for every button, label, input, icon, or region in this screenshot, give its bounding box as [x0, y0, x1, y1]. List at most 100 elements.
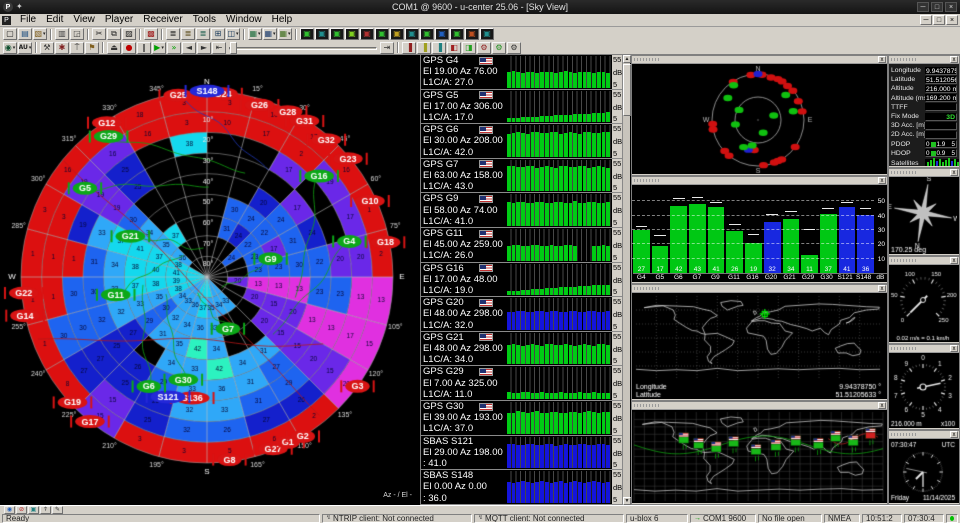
- dock-view-10-button[interactable]: ▣: [435, 28, 449, 40]
- close-icon[interactable]: x: [950, 345, 958, 352]
- color-palette-button[interactable]: ▩: [144, 28, 158, 40]
- list-scrollbar[interactable]: ▲▼: [622, 55, 630, 505]
- clock-panel-header[interactable]: x: [889, 431, 959, 439]
- close-icon[interactable]: x: [878, 402, 886, 409]
- scroll-down-icon[interactable]: ▼: [623, 497, 631, 505]
- dock-view-13-button[interactable]: ▣: [480, 28, 494, 40]
- satellite-row-G30[interactable]: GPS G30El 39.00 Az 193.00L1C/A: 37.055dB…: [421, 401, 630, 436]
- dropdown-arrow-icon[interactable]: ▾: [43, 29, 46, 39]
- binary-console-button[interactable]: ≣: [181, 28, 195, 40]
- antenna-button[interactable]: ⍑: [70, 42, 84, 54]
- data-panel-header[interactable]: x: [889, 56, 959, 64]
- dock-view-7-button[interactable]: ▣: [390, 28, 404, 40]
- menu-tools[interactable]: Tools: [188, 14, 221, 26]
- table-view-button[interactable]: ▦▾: [263, 28, 277, 40]
- satellite-row-S121[interactable]: SBAS S121El 29.00 Az 198.00: 41.055dB5: [421, 436, 630, 471]
- satellite-row-G9[interactable]: GPS G9El 58.00 Az 74.00L1C/A: 41.055dB5: [421, 193, 630, 228]
- signal-panel-header[interactable]: x: [632, 177, 887, 185]
- edit-tool-button[interactable]: ✎: [52, 506, 63, 514]
- print-button[interactable]: ▥: [55, 28, 69, 40]
- statistic-view-button[interactable]: ▦▾: [248, 28, 262, 40]
- scroll-thumb[interactable]: [623, 64, 631, 116]
- save-file-button[interactable]: ▤: [18, 28, 32, 40]
- dock-view-2-button[interactable]: ▣: [315, 28, 329, 40]
- orbit-panel-header[interactable]: x: [632, 56, 887, 64]
- menu-file[interactable]: File: [15, 14, 41, 26]
- close-icon[interactable]: x: [878, 177, 886, 184]
- close-icon[interactable]: x: [950, 169, 958, 176]
- epoch-history-1-button[interactable]: ▐: [402, 42, 416, 54]
- connect-receiver-button[interactable]: ◉▾: [3, 42, 17, 54]
- speed-panel-header[interactable]: x: [889, 257, 959, 265]
- satellite-row-G16[interactable]: GPS G16El 17.00 Az 48.00L1C/A: 19.055dB5: [421, 263, 630, 298]
- new-file-button[interactable]: ▢: [3, 28, 17, 40]
- dropdown-arrow-icon[interactable]: ▾: [258, 29, 261, 39]
- menu-receiver[interactable]: Receiver: [138, 14, 187, 26]
- open-file-button[interactable]: ▧▾: [33, 28, 47, 40]
- packet-console-button[interactable]: ≣: [166, 28, 180, 40]
- dock-view-8-button[interactable]: ▣: [405, 28, 419, 40]
- print-preview-button[interactable]: ◲: [70, 28, 84, 40]
- menu-view[interactable]: View: [68, 14, 100, 26]
- dock-view-4-button[interactable]: ▣: [345, 28, 359, 40]
- pin-icon[interactable]: ✦: [16, 2, 23, 12]
- scroll-up-icon[interactable]: ▲: [623, 55, 631, 63]
- record-button[interactable]: ●: [122, 42, 136, 54]
- copy-button[interactable]: ⧉: [107, 28, 121, 40]
- satellite-row-G21[interactable]: GPS G21El 48.00 Az 298.00L1C/A: 34.055dB…: [421, 332, 630, 367]
- sky-view[interactable]: Az - / El -: [0, 55, 420, 505]
- drag-grip-icon[interactable]: [891, 259, 917, 262]
- marker-tool-button[interactable]: ⍒: [40, 506, 51, 514]
- playback-slider[interactable]: [229, 42, 377, 54]
- menu-window[interactable]: Window: [221, 14, 267, 26]
- world-view-button[interactable]: ◉: [4, 506, 15, 514]
- step-back-button[interactable]: ◄: [182, 42, 196, 54]
- dock-view-11-button[interactable]: ▣: [450, 28, 464, 40]
- drag-grip-icon[interactable]: [891, 347, 917, 350]
- drag-grip-icon[interactable]: [634, 179, 660, 182]
- dropdown-arrow-icon[interactable]: ▾: [236, 29, 239, 39]
- menu-help[interactable]: Help: [267, 14, 298, 26]
- epoch-history-3-button[interactable]: ▐: [432, 42, 446, 54]
- epoch-history-2-button[interactable]: ▐: [417, 42, 431, 54]
- mdi-minimize-button[interactable]: ─: [920, 15, 932, 25]
- satellite-row-S148[interactable]: SBAS S148El 0.00 Az 0.00: 36.055dB5: [421, 470, 630, 505]
- map-panel-header[interactable]: x: [632, 285, 887, 293]
- dropdown-arrow-icon[interactable]: ▾: [29, 43, 32, 53]
- configuration-view-button[interactable]: ◫▾: [226, 28, 240, 40]
- slider-thumb[interactable]: [230, 42, 237, 54]
- close-icon[interactable]: x: [950, 257, 958, 264]
- skip-start-button[interactable]: ⇤: [212, 42, 226, 54]
- close-button[interactable]: ×: [945, 2, 957, 12]
- dock-view-12-button[interactable]: ▣: [465, 28, 479, 40]
- baudrate-button[interactable]: AU▾: [18, 42, 32, 54]
- satellite-row-G20[interactable]: GPS G20El 48.00 Az 298.00L1C/A: 32.055dB…: [421, 297, 630, 332]
- altitude-panel-header[interactable]: x: [889, 345, 959, 353]
- dock-view-1-button[interactable]: ▣: [300, 28, 314, 40]
- fast-forward-button[interactable]: »: [167, 42, 181, 54]
- dock-view-5-button[interactable]: ▣: [360, 28, 374, 40]
- dock-view-6-button[interactable]: ▣: [375, 28, 389, 40]
- mdi-close-button[interactable]: ×: [946, 15, 958, 25]
- jump-to-end-button[interactable]: ⇥: [380, 42, 394, 54]
- satellite-row-G4[interactable]: GPS G4El 19.00 Az 76.00L1C/A: 27.055dB5: [421, 55, 630, 90]
- dock-view-3-button[interactable]: ▣: [330, 28, 344, 40]
- satellite-row-G6[interactable]: GPS G6El 30.00 Az 208.00L1C/A: 42.055dB5: [421, 124, 630, 159]
- gear-play-button[interactable]: ⚙: [492, 42, 506, 54]
- close-icon[interactable]: x: [950, 56, 958, 63]
- hotkeys-button[interactable]: ✱: [55, 42, 69, 54]
- dropdown-arrow-icon[interactable]: ▾: [161, 43, 164, 53]
- compass-panel-header[interactable]: x: [889, 169, 959, 177]
- cut-button[interactable]: ✂: [92, 28, 106, 40]
- play-button[interactable]: ▶▾: [152, 42, 166, 54]
- camera-view-button[interactable]: ▣: [28, 506, 39, 514]
- close-icon[interactable]: x: [878, 56, 886, 63]
- mdi-restore-button[interactable]: □: [933, 15, 945, 25]
- drag-grip-icon[interactable]: [891, 58, 917, 61]
- paste-button[interactable]: ▨: [122, 28, 136, 40]
- disable-view-button[interactable]: ⊘: [16, 506, 27, 514]
- messages-view-button[interactable]: ⊞: [211, 28, 225, 40]
- dropdown-arrow-icon[interactable]: ▾: [13, 43, 16, 53]
- satellite-row-G29[interactable]: GPS G29El 7.00 Az 325.00L1C/A: 11.055dB5: [421, 366, 630, 401]
- dock-view-9-button[interactable]: ▣: [420, 28, 434, 40]
